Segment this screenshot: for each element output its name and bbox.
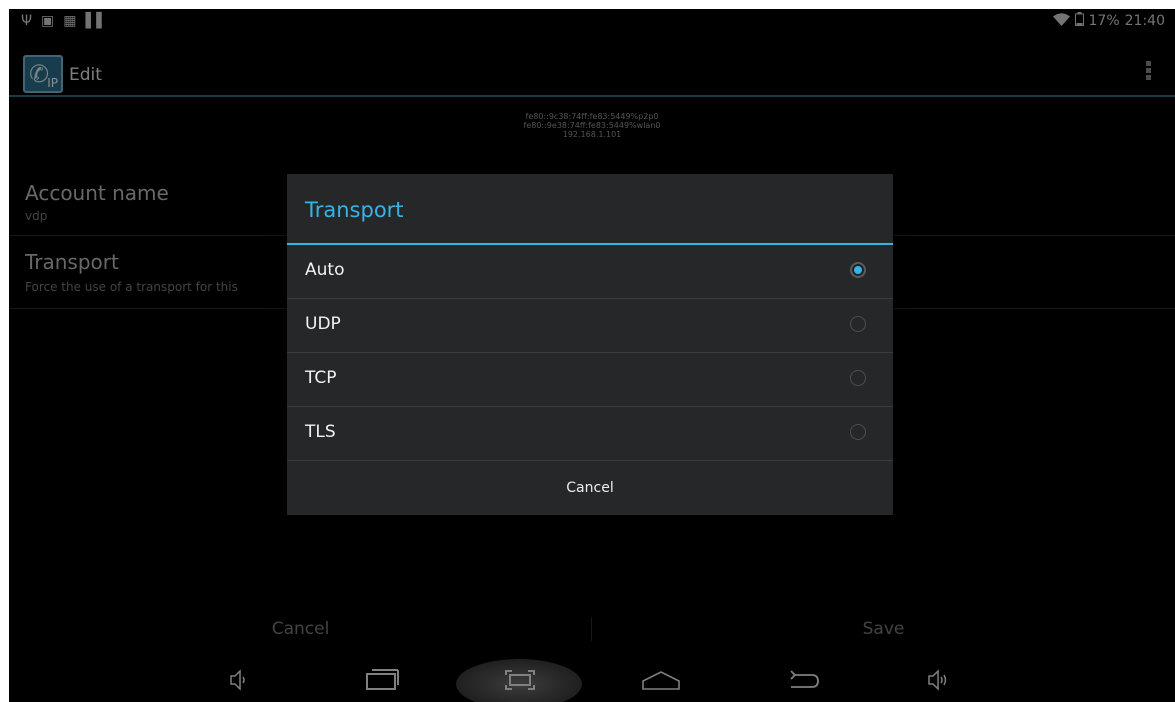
option-label: TCP [305,368,337,388]
option-label: UDP [305,314,341,334]
option-auto[interactable]: Auto [287,245,893,299]
screen: Ψ ▣ ▦ ▌▌ 17% 21:40 ✆ IP Edit fe80::9c38:… [9,9,1175,702]
radio-button[interactable] [850,370,866,386]
option-tls[interactable]: TLS [287,407,893,461]
option-tcp[interactable]: TCP [287,353,893,407]
transport-dialog: Transport Auto UDP TCP TLS Cancel [287,174,893,515]
radio-button[interactable] [850,424,866,440]
option-label: TLS [305,422,336,442]
radio-button[interactable] [850,262,866,278]
dialog-cancel-button[interactable]: Cancel [287,462,893,515]
option-udp[interactable]: UDP [287,299,893,353]
option-label: Auto [305,260,345,280]
dialog-title: Transport [305,198,404,222]
radio-button[interactable] [850,316,866,332]
